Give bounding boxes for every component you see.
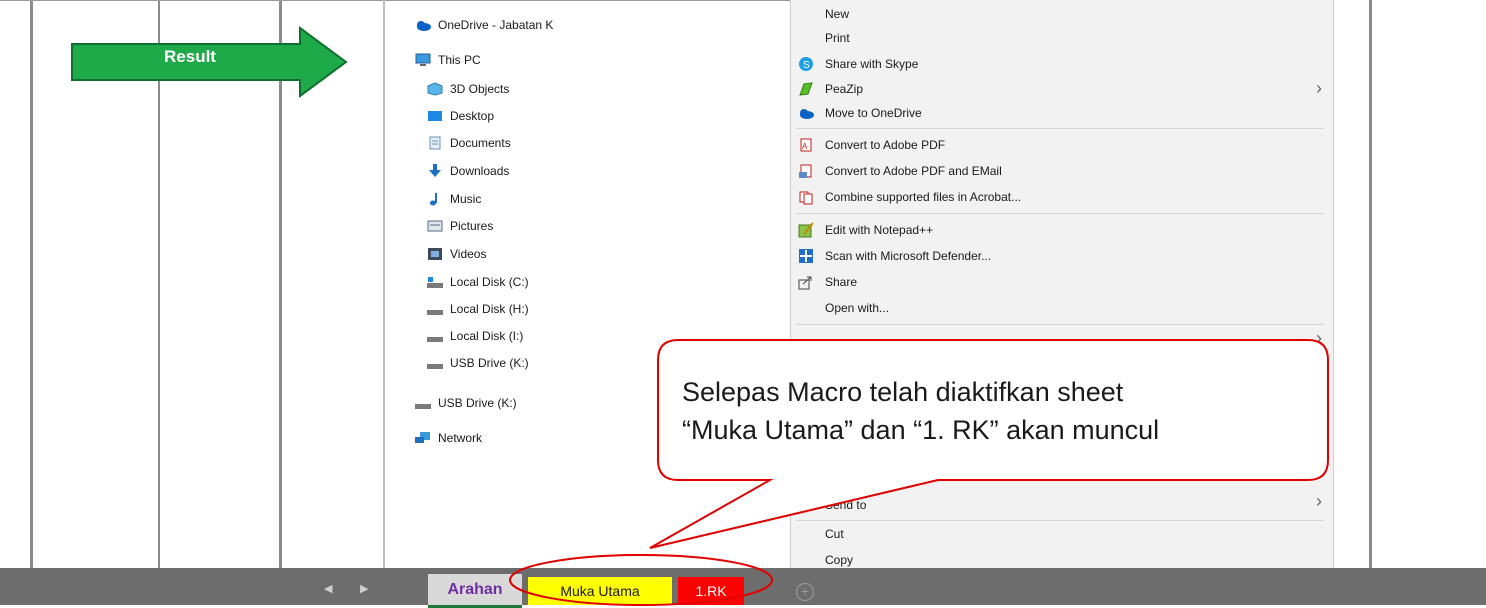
nav-label: USB Drive (K:) — [438, 396, 517, 410]
nav-label: Downloads — [450, 164, 510, 178]
share-icon — [798, 274, 814, 290]
menu-label: Share with Skype — [825, 57, 919, 71]
nav-label: Desktop — [450, 109, 495, 123]
sheet-tab-label: Arahan — [447, 580, 503, 598]
menu-separator — [796, 324, 1324, 325]
column-divider — [1369, 0, 1372, 570]
pictures-icon — [427, 219, 443, 233]
3d-objects-icon — [427, 82, 443, 96]
menu-label: Edit with Notepad++ — [825, 223, 934, 237]
menu-share[interactable]: Share — [798, 270, 857, 294]
callout-line-1: Selepas Macro telah diaktifkan sheet — [682, 377, 1124, 407]
menu-separator — [796, 128, 1324, 129]
nav-label: Local Disk (I:) — [450, 329, 524, 343]
downloads-icon — [427, 164, 443, 178]
menu-label: Combine supported files in Acrobat... — [825, 190, 1022, 204]
result-label: Result — [164, 47, 216, 66]
sheet-nav-right-icon[interactable]: ▶ — [360, 582, 368, 595]
explorer-nav-pane — [383, 0, 385, 570]
peazip-icon — [798, 81, 814, 97]
menu-convert-pdf[interactable]: A Convert to Adobe PDF — [798, 133, 945, 157]
nav-label: Documents — [450, 136, 511, 150]
menu-label: Move to OneDrive — [825, 106, 922, 120]
nav-usb-drive-k[interactable]: USB Drive (K:) — [427, 352, 529, 374]
highlight-ellipse — [509, 554, 773, 606]
documents-icon — [427, 136, 443, 150]
menu-print[interactable]: Print — [825, 26, 850, 50]
nav-local-disk-i[interactable]: Local Disk (I:) — [427, 325, 523, 347]
menu-label: PeaZip — [825, 82, 864, 96]
nav-label: Pictures — [450, 219, 494, 233]
menu-label: Convert to Adobe PDF — [825, 138, 946, 152]
notepad-plus-icon — [798, 222, 814, 238]
svg-text:A: A — [802, 142, 808, 151]
skype-icon: S — [798, 56, 814, 72]
menu-share-skype[interactable]: S Share with Skype — [798, 52, 918, 76]
menu-edit-notepadpp[interactable]: Edit with Notepad++ — [798, 218, 933, 242]
menu-label: Share — [825, 275, 858, 289]
nav-local-disk-c[interactable]: Local Disk (C:) — [427, 271, 529, 293]
nav-usb-drive-k-root[interactable]: USB Drive (K:) — [415, 392, 517, 414]
nav-downloads[interactable]: Downloads — [427, 160, 509, 182]
nav-label: USB Drive (K:) — [450, 356, 529, 370]
nav-pictures[interactable]: Pictures — [427, 215, 493, 237]
onedrive-cloud-icon — [415, 18, 431, 32]
onedrive-icon — [798, 105, 814, 121]
svg-text:S: S — [803, 60, 810, 71]
usb-drive-icon — [415, 396, 431, 410]
nav-label: OneDrive - Jabatan K — [438, 18, 554, 32]
menu-separator — [796, 213, 1324, 214]
menu-new[interactable]: New — [825, 2, 849, 26]
acrobat-combine-icon — [798, 189, 814, 205]
menu-convert-pdf-email[interactable]: Convert to Adobe PDF and EMail — [798, 159, 1002, 183]
menu-label: Open with... — [825, 301, 890, 315]
network-icon — [415, 431, 431, 445]
nav-label: Network — [438, 431, 483, 445]
nav-local-disk-h[interactable]: Local Disk (H:) — [427, 298, 529, 320]
nav-label: Music — [450, 192, 482, 206]
nav-desktop[interactable]: Desktop — [427, 105, 494, 127]
menu-label: New — [825, 7, 850, 21]
nav-label: Videos — [450, 247, 487, 261]
drive-icon — [427, 302, 443, 316]
nav-label: Local Disk (C:) — [450, 275, 529, 289]
monitor-icon — [415, 53, 431, 67]
nav-music[interactable]: Music — [427, 188, 481, 210]
videos-icon — [427, 247, 443, 261]
adobe-pdf-icon: A — [798, 137, 814, 153]
menu-scan-defender[interactable]: Scan with Microsoft Defender... — [798, 244, 991, 268]
menu-label: Print — [825, 31, 850, 45]
nav-label: This PC — [438, 53, 481, 67]
nav-label: 3D Objects — [450, 82, 510, 96]
nav-network[interactable]: Network — [415, 427, 482, 449]
desktop-icon — [427, 109, 443, 123]
nav-3d-objects[interactable]: 3D Objects — [427, 78, 509, 100]
chevron-right-icon: › — [1316, 78, 1322, 98]
column-divider — [30, 0, 33, 570]
nav-label: Local Disk (H:) — [450, 302, 529, 316]
callout-text: Selepas Macro telah diaktifkan sheet “Mu… — [682, 373, 1159, 449]
callout-line-2: “Muka Utama” dan “1. RK” akan muncul — [682, 415, 1160, 445]
menu-combine-acrobat[interactable]: Combine supported files in Acrobat... — [798, 185, 1021, 209]
nav-onedrive[interactable]: OneDrive - Jabatan K — [415, 14, 553, 36]
add-sheet-icon[interactable]: + — [796, 583, 814, 601]
adobe-pdf-email-icon — [798, 163, 814, 179]
drive-c-icon — [427, 275, 443, 289]
menu-move-onedrive[interactable]: Move to OneDrive — [798, 101, 922, 125]
nav-videos[interactable]: Videos — [427, 243, 486, 265]
menu-label: Convert to Adobe PDF and EMail — [825, 164, 1002, 178]
drive-icon — [427, 329, 443, 343]
usb-drive-icon — [427, 356, 443, 370]
music-icon — [427, 192, 443, 206]
sheet-nav-left-icon[interactable]: ◀ — [324, 582, 332, 595]
menu-open-with[interactable]: Open with... — [825, 296, 889, 320]
menu-peazip[interactable]: PeaZip — [798, 77, 863, 101]
menu-label: Scan with Microsoft Defender... — [825, 249, 992, 263]
nav-this-pc[interactable]: This PC — [415, 49, 481, 71]
defender-icon — [798, 248, 814, 264]
nav-documents[interactable]: Documents — [427, 132, 511, 154]
